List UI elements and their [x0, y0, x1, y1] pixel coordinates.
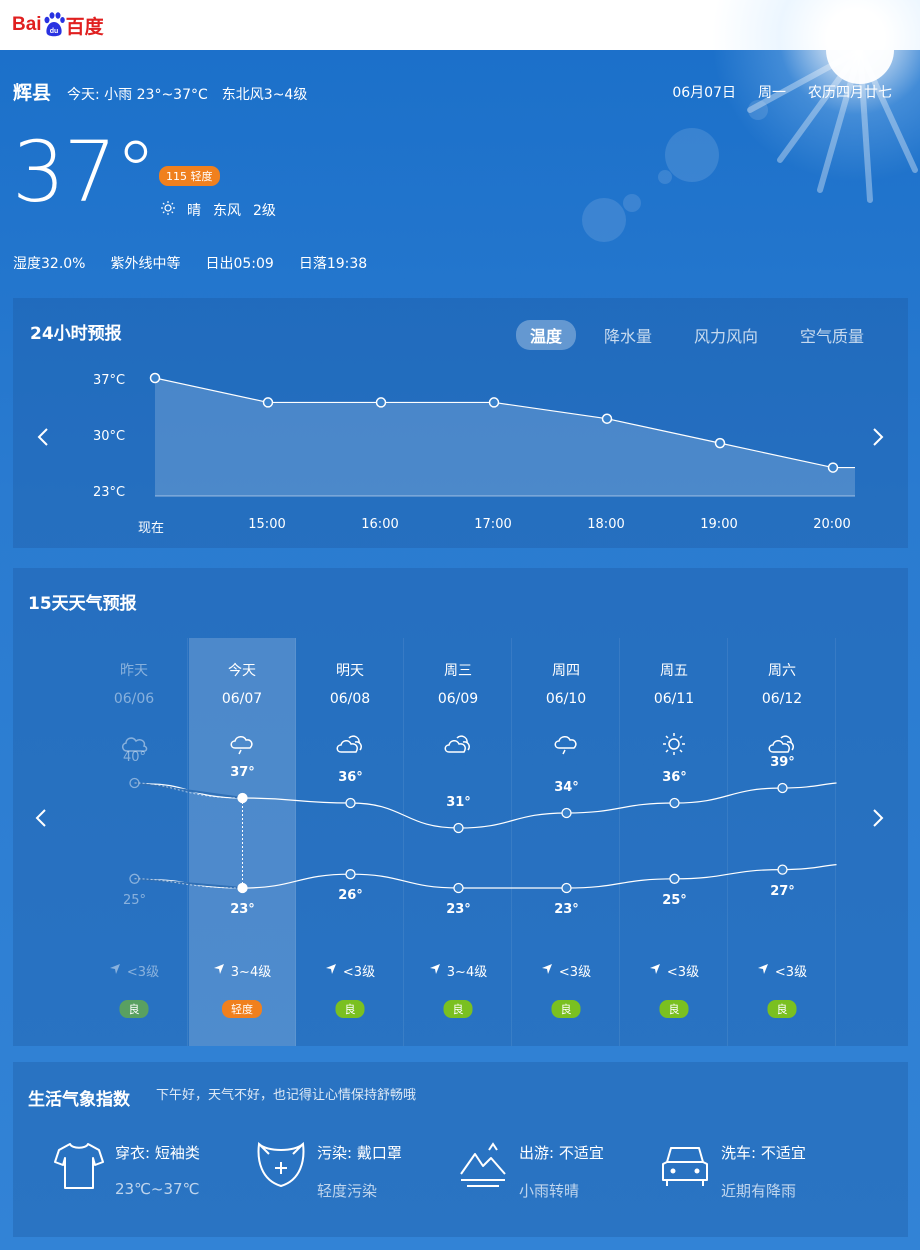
paw-icon: du [43, 12, 65, 38]
high-temp-label: 34° [554, 780, 579, 795]
tshirt-icon [54, 1143, 104, 1189]
low-temp-line [144, 864, 837, 889]
high-temp-line-point [561, 807, 572, 819]
daily-forecast-panel: 15天天气预报 昨天 06/06 <3级良今天 06/07 3~4级 轻度 明天 06/08 <… [13, 568, 908, 1046]
hour-label: 16:00 [361, 517, 399, 532]
life-item-pollution[interactable]: 污染: 戴口罩 轻度污染 [255, 1140, 445, 1200]
weekday-text: 周一 [758, 85, 786, 101]
low-temp-line-point [777, 864, 788, 875]
hourly-point[interactable] [375, 397, 387, 408]
date-text: 06月07日 [672, 85, 736, 101]
wind-summary: 东北风3~4级 [221, 87, 308, 103]
hour-label: 17:00 [474, 517, 512, 532]
high-temp-line-point [777, 782, 788, 794]
low-temp-line-point [669, 873, 680, 884]
mask-icon [257, 1141, 305, 1188]
date-header: 06月07日 周一 农历四月廿七 [672, 82, 892, 102]
low-temp-label: 25° [662, 892, 687, 908]
high-temp-line-point [345, 797, 356, 809]
past-segment-mask [134, 782, 243, 799]
bubble-decoration [748, 100, 768, 120]
aqi-badge[interactable]: 115 轻度 [159, 166, 220, 186]
hourly-point[interactable] [488, 397, 500, 408]
low-temp-label: 23° [446, 902, 471, 917]
high-temp-line-point [453, 822, 464, 834]
panel-title: 生活气象指数 [28, 1090, 130, 1110]
wind-level: 2级 [253, 203, 276, 219]
hourly-point[interactable] [601, 413, 613, 424]
top-bar: Bai du 百度 [0, 0, 920, 50]
hourly-temperature-chart [149, 372, 855, 497]
bubble-decoration [658, 170, 672, 184]
hour-label: 现在 [137, 521, 165, 536]
current-condition: 晴 东风 2级 [161, 200, 276, 220]
past-segment-mask [134, 877, 243, 889]
life-item-clothing[interactable]: 穿衣: 短袖类 23℃~37℃ [53, 1140, 243, 1200]
high-temp-label: 40° [122, 750, 147, 765]
city-name[interactable]: 辉县 [13, 78, 51, 105]
bubble-decoration [623, 194, 641, 212]
low-temp-line-point [453, 882, 464, 894]
current-details: 湿度32.0% 紫外线中等 日出05:09 日落19:38 [13, 253, 367, 273]
hourly-forecast-panel: 24小时预报 温度 降水量 风力风向 空气质量 37°C 30°C 23°C 现… [13, 298, 908, 548]
low-temp-label: 27° [770, 883, 795, 899]
condition-text: 晴 [187, 203, 201, 219]
wind-direction: 东风 [213, 203, 241, 219]
low-temp-line-point [561, 882, 572, 894]
sun-icon [161, 201, 175, 219]
car-icon [662, 1147, 708, 1186]
hourly-point[interactable] [149, 372, 161, 384]
high-temp-line [144, 782, 837, 829]
hour-label: 18:00 [587, 517, 625, 532]
sunset: 日落19:38 [298, 256, 368, 272]
today-summary: 今天: 小雨 23°~37°C [67, 87, 208, 103]
low-temp-line-point [345, 869, 356, 880]
high-temp-line-point [669, 797, 680, 809]
life-item-travel[interactable]: 出游: 不适宜 小雨转晴 [457, 1140, 647, 1200]
hourly-point[interactable] [262, 397, 274, 408]
sun-rays-decoration [747, 50, 918, 203]
high-temp-label: 36° [662, 770, 687, 785]
high-temp-label: 37° [230, 765, 255, 780]
hour-label: 20:00 [813, 517, 851, 532]
high-temp-label: 39° [770, 755, 795, 770]
humidity: 湿度32.0% [13, 256, 86, 272]
hourly-point[interactable] [714, 437, 726, 449]
lunar-date: 农历四月廿七 [808, 85, 892, 101]
low-temp-label: 25° [122, 892, 147, 908]
hour-label: 19:00 [700, 517, 738, 532]
location-header: 辉县 今天: 小雨 23°~37°C 东北风3~4级 [13, 78, 307, 105]
current-temperature: 37° [12, 123, 157, 221]
low-temp-label: 26° [338, 888, 363, 904]
mountain-icon [460, 1142, 506, 1187]
high-temp-label: 31° [446, 795, 471, 810]
temperature-area [155, 378, 855, 496]
low-temp-label: 23° [230, 902, 255, 917]
baidu-logo[interactable]: Bai du 百度 [12, 8, 104, 42]
svg-text:du: du [49, 28, 58, 35]
life-item-carwash[interactable]: 洗车: 不适宜 近期有降雨 [659, 1140, 849, 1200]
sunrise: 日出05:09 [205, 256, 274, 272]
hourly-point[interactable] [827, 462, 839, 473]
low-temp-label: 23° [554, 902, 579, 917]
bubble-decoration [665, 128, 719, 182]
uv-index: 紫外线中等 [110, 256, 181, 272]
greeting-text: 下午好，天气不好，也记得让心情保持舒畅哦 [156, 1088, 417, 1103]
bubble-decoration [582, 198, 626, 242]
high-temp-label: 36° [338, 770, 363, 785]
life-index-panel: 生活气象指数 下午好，天气不好，也记得让心情保持舒畅哦 穿衣: 短袖类 23℃~… [13, 1062, 908, 1237]
hour-label: 15:00 [248, 517, 286, 532]
